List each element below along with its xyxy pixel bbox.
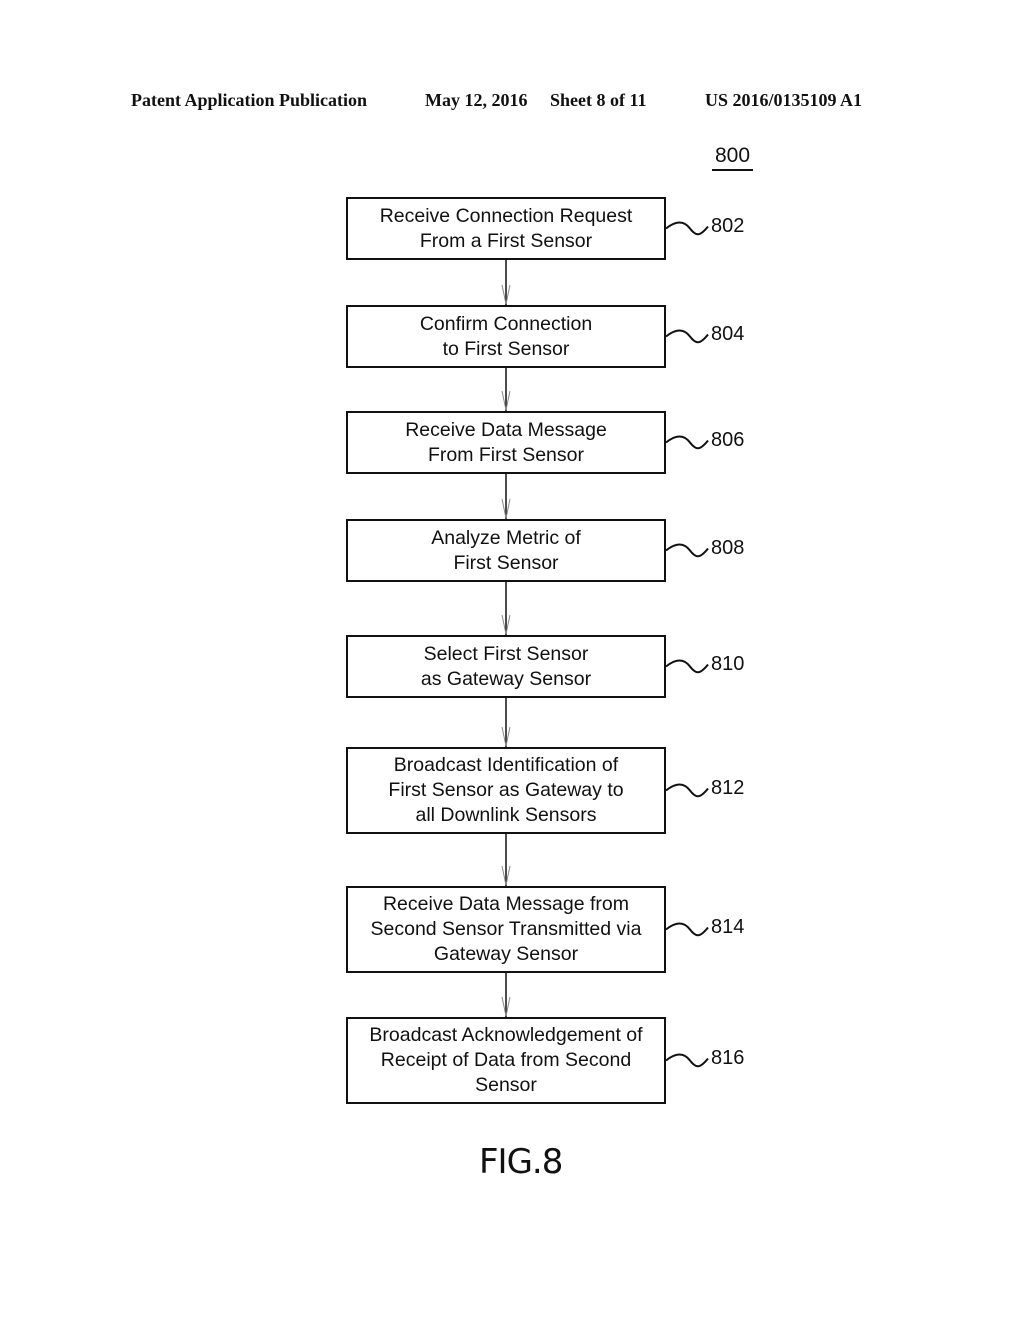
step-text: Receive Data Message from Second Sensor T… bbox=[370, 893, 642, 965]
leader-squiggle bbox=[665, 435, 709, 450]
step-text: Receive Data Message From First Sensor bbox=[405, 418, 607, 466]
step-text: Broadcast Acknowledgement of Receipt of D… bbox=[369, 1024, 643, 1096]
step-box-810: Select First Sensor as Gateway Sensor bbox=[346, 635, 666, 698]
leader-squiggle bbox=[665, 783, 709, 798]
leader-squiggle bbox=[665, 543, 709, 558]
step-ref-816: 816 bbox=[711, 1046, 745, 1069]
step-box-808: Analyze Metric of First Sensor bbox=[346, 519, 666, 582]
step-ref-806: 806 bbox=[711, 428, 745, 451]
step-ref-804: 804 bbox=[711, 322, 745, 345]
step-ref-802: 802 bbox=[711, 214, 745, 237]
step-ref-812: 812 bbox=[711, 776, 745, 799]
step-text: Broadcast Identification of First Sensor … bbox=[388, 754, 624, 826]
step-ref-810: 810 bbox=[711, 652, 745, 675]
step-box-816: Broadcast Acknowledgement of Receipt of D… bbox=[346, 1017, 666, 1104]
step-text: Receive Connection Request From a First S… bbox=[379, 204, 633, 252]
leader-squiggle bbox=[665, 329, 709, 344]
leader-squiggle bbox=[665, 659, 709, 674]
leader-squiggle bbox=[665, 1053, 709, 1068]
step-box-804: Confirm Connection to First Sensor bbox=[346, 305, 666, 368]
leader-squiggle bbox=[665, 221, 709, 236]
step-ref-814: 814 bbox=[711, 915, 745, 938]
figure-label: FIG.8 bbox=[479, 1142, 563, 1182]
step-box-814: Receive Data Message from Second Sensor T… bbox=[346, 886, 666, 973]
step-box-812: Broadcast Identification of First Sensor … bbox=[346, 747, 666, 834]
step-box-806: Receive Data Message From First Sensor bbox=[346, 411, 666, 474]
step-text: Analyze Metric of First Sensor bbox=[431, 526, 581, 574]
leader-squiggle bbox=[665, 922, 709, 937]
step-box-802: Receive Connection Request From a First S… bbox=[346, 197, 666, 260]
step-text: Select First Sensor as Gateway Sensor bbox=[420, 642, 592, 690]
step-text: Confirm Connection to First Sensor bbox=[419, 312, 593, 360]
step-ref-808: 808 bbox=[711, 536, 745, 559]
